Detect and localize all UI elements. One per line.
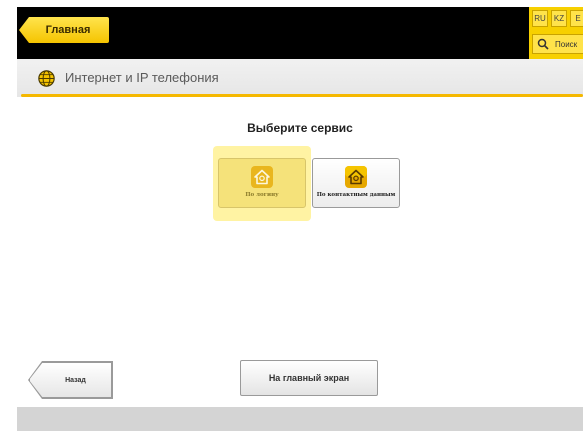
search-icon [537,38,549,50]
main-screen-button[interactable]: На главный экран [240,360,378,396]
house-at-icon [345,166,367,188]
title-bar: Интернет и IP телефония [17,59,583,97]
lang-kz-label: KZ [553,14,565,23]
footer-bar [17,407,583,431]
lang-en-button[interactable]: E [570,10,583,27]
search-button[interactable]: Поиск [532,34,583,54]
main-screen-button-label: На главный экран [268,373,350,383]
service-by-login-label: По логину [245,192,279,198]
back-button-label: Назад [65,376,86,384]
lang-kz-button[interactable]: KZ [551,10,567,27]
page-title: Интернет и IP телефония [65,70,219,85]
top-bar: Главная RU KZ E Поиск [17,7,583,59]
globe-icon [38,70,55,87]
back-button[interactable]: Назад [29,362,112,398]
lang-ru-button[interactable]: RU [532,10,548,27]
select-service-heading: Выберите сервис [247,121,353,135]
service-by-login-button[interactable]: По логину [218,158,306,208]
lang-en-label: E [575,14,581,23]
title-underline [21,94,583,97]
service-by-contacts-button[interactable]: По контактным данным [312,158,400,208]
home-button[interactable]: Главная [19,17,109,43]
search-label: Поиск [555,39,578,49]
home-button-label: Главная [45,24,91,36]
kiosk-screen: Главная RU KZ E Поиск Интернет и IP теле… [17,7,583,431]
house-at-icon [251,166,273,188]
lang-ru-label: RU [534,14,546,23]
service-by-contacts-label: По контактным данным [316,192,396,198]
